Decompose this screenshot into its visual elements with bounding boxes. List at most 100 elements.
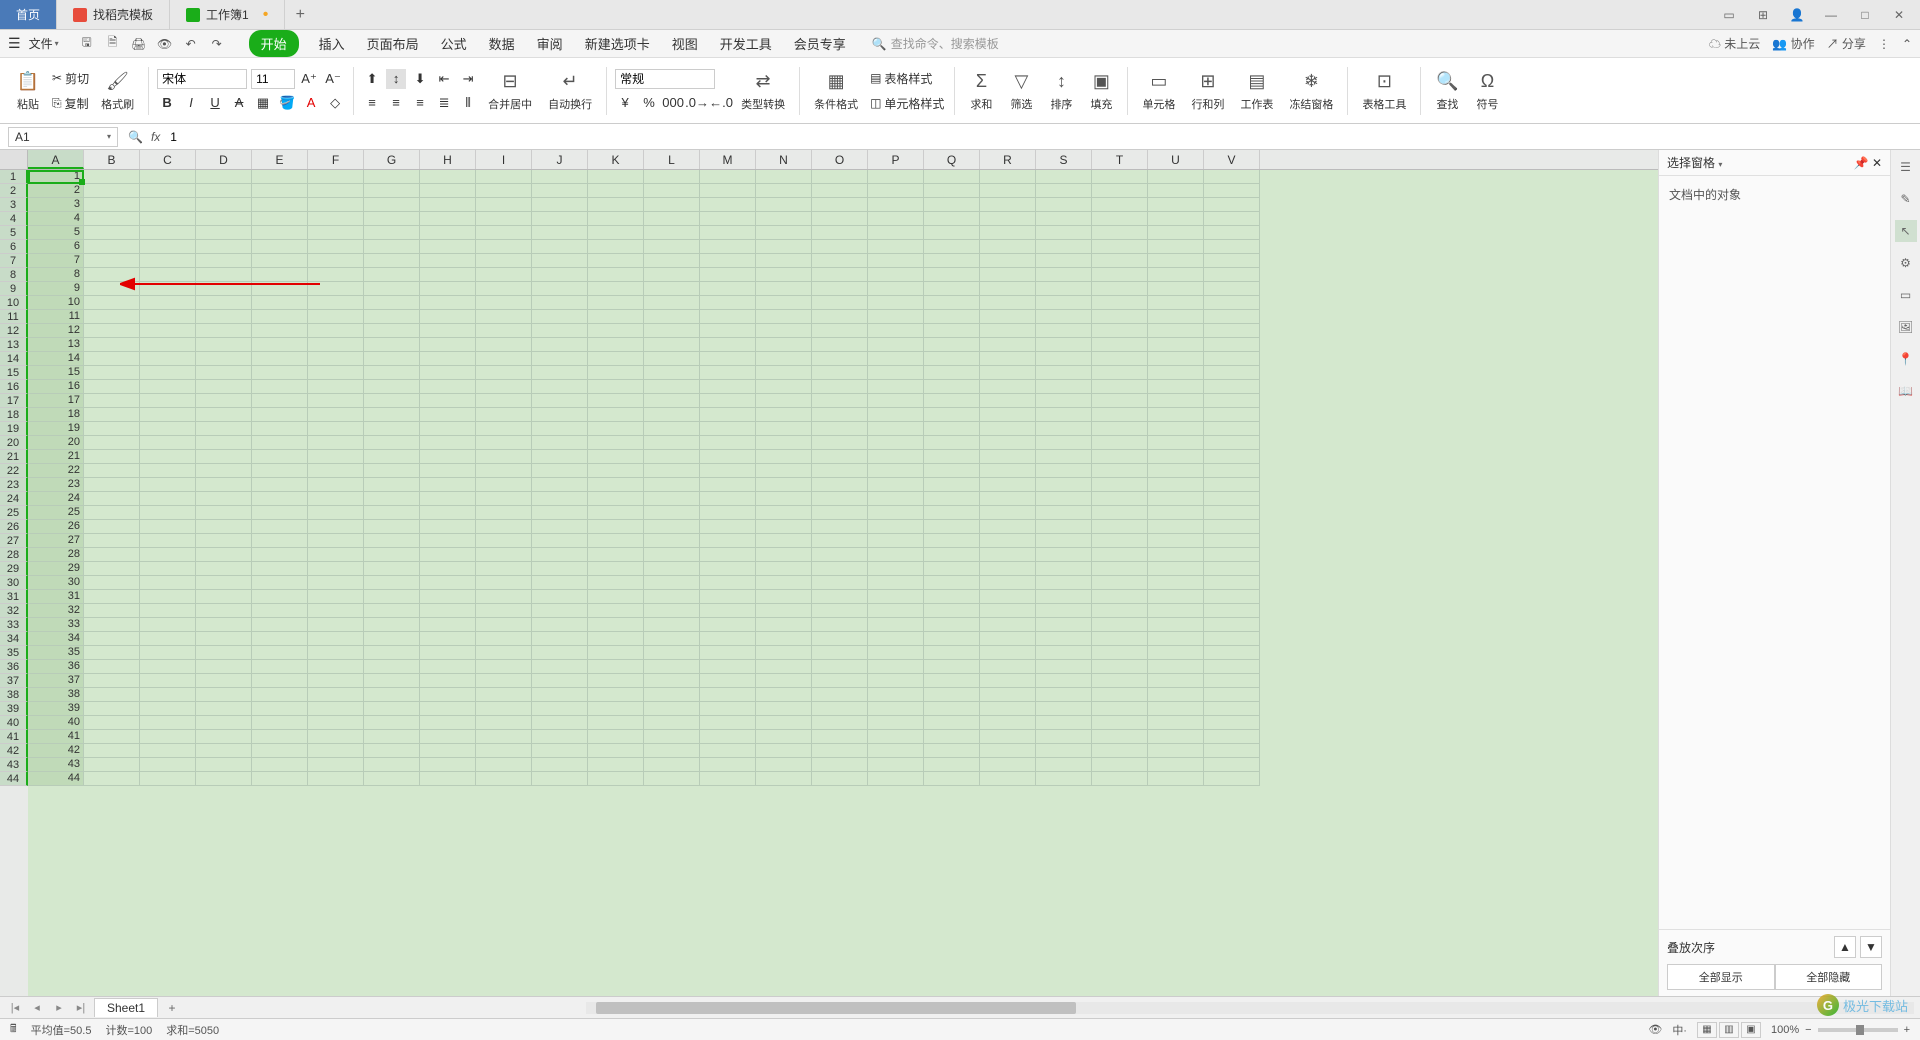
cell[interactable] (476, 324, 532, 338)
cell[interactable] (868, 772, 924, 786)
cell[interactable] (1204, 744, 1260, 758)
cell[interactable] (308, 688, 364, 702)
cell[interactable] (756, 492, 812, 506)
cell[interactable] (868, 408, 924, 422)
cell[interactable] (812, 184, 868, 198)
cell[interactable] (1204, 366, 1260, 380)
cell[interactable] (756, 212, 812, 226)
cell[interactable] (532, 296, 588, 310)
cell[interactable] (196, 436, 252, 450)
menu-tab-1[interactable]: 插入 (317, 30, 347, 57)
cell[interactable] (476, 534, 532, 548)
cell[interactable] (1092, 772, 1148, 786)
cell[interactable] (756, 184, 812, 198)
cell[interactable] (588, 604, 644, 618)
cell[interactable] (476, 590, 532, 604)
cell[interactable] (924, 730, 980, 744)
cell[interactable] (812, 730, 868, 744)
cell[interactable] (924, 492, 980, 506)
merge-button[interactable]: ⊟合并居中 (488, 70, 532, 112)
cell[interactable] (644, 660, 700, 674)
row-header[interactable]: 29 (0, 562, 28, 576)
cell[interactable] (84, 338, 140, 352)
dec-dec-icon[interactable]: ←.0 (711, 93, 731, 113)
cell[interactable] (252, 198, 308, 212)
cell[interactable] (588, 660, 644, 674)
cell[interactable] (1092, 380, 1148, 394)
cell[interactable] (868, 688, 924, 702)
cell[interactable] (1148, 436, 1204, 450)
cell[interactable] (532, 436, 588, 450)
cell[interactable] (756, 478, 812, 492)
cell[interactable] (420, 520, 476, 534)
cell[interactable] (140, 268, 196, 282)
cell[interactable] (476, 254, 532, 268)
cell[interactable] (1204, 576, 1260, 590)
cell[interactable] (588, 212, 644, 226)
hide-all-button[interactable]: 全部隐藏 (1775, 964, 1883, 990)
cell[interactable] (196, 240, 252, 254)
sheet-first-button[interactable]: |◂ (6, 1001, 24, 1014)
cell[interactable] (1036, 632, 1092, 646)
row-header[interactable]: 38 (0, 688, 28, 702)
cell[interactable] (588, 240, 644, 254)
cell[interactable] (924, 576, 980, 590)
cell[interactable] (980, 254, 1036, 268)
cell[interactable] (1092, 296, 1148, 310)
cell[interactable] (420, 394, 476, 408)
show-all-button[interactable]: 全部显示 (1667, 964, 1775, 990)
cell[interactable] (700, 744, 756, 758)
cell[interactable] (308, 660, 364, 674)
cell[interactable] (588, 226, 644, 240)
cell[interactable] (364, 352, 420, 366)
cell[interactable] (532, 394, 588, 408)
cell[interactable] (420, 562, 476, 576)
cell[interactable] (1092, 478, 1148, 492)
cell[interactable] (588, 366, 644, 380)
cell-style-button[interactable]: ◫单元格样式 (868, 93, 946, 114)
cell[interactable] (868, 702, 924, 716)
cell[interactable] (700, 618, 756, 632)
cell[interactable] (140, 716, 196, 730)
cell[interactable] (1148, 506, 1204, 520)
cell[interactable] (140, 408, 196, 422)
menu-tab-0[interactable]: 开始 (249, 30, 299, 57)
cell[interactable] (84, 380, 140, 394)
cell[interactable] (700, 772, 756, 786)
cell[interactable] (1204, 254, 1260, 268)
cell[interactable] (756, 464, 812, 478)
cell[interactable] (308, 240, 364, 254)
cell[interactable] (196, 548, 252, 562)
cell[interactable] (364, 184, 420, 198)
cell[interactable] (812, 660, 868, 674)
cell[interactable] (364, 632, 420, 646)
col-header[interactable]: H (420, 150, 476, 169)
cell[interactable] (588, 520, 644, 534)
side-location-icon[interactable]: 📍 (1895, 348, 1917, 370)
row-header[interactable]: 6 (0, 240, 28, 254)
cell[interactable] (588, 324, 644, 338)
cell[interactable] (868, 450, 924, 464)
cell[interactable] (1092, 366, 1148, 380)
cell[interactable] (84, 366, 140, 380)
cell[interactable] (252, 506, 308, 520)
cell[interactable] (420, 534, 476, 548)
cell[interactable] (140, 254, 196, 268)
cell[interactable] (868, 352, 924, 366)
cell[interactable]: 11 (28, 310, 84, 324)
cell[interactable] (1204, 296, 1260, 310)
cell[interactable]: 7 (28, 254, 84, 268)
cell[interactable] (588, 338, 644, 352)
cell[interactable] (1036, 730, 1092, 744)
cell[interactable] (196, 660, 252, 674)
cell[interactable] (532, 478, 588, 492)
cell[interactable] (252, 562, 308, 576)
row-header[interactable]: 43 (0, 758, 28, 772)
cell[interactable] (700, 590, 756, 604)
cell[interactable] (868, 254, 924, 268)
cell[interactable] (980, 632, 1036, 646)
cell[interactable] (532, 562, 588, 576)
cell[interactable] (308, 702, 364, 716)
cell[interactable] (140, 688, 196, 702)
cell[interactable] (644, 702, 700, 716)
